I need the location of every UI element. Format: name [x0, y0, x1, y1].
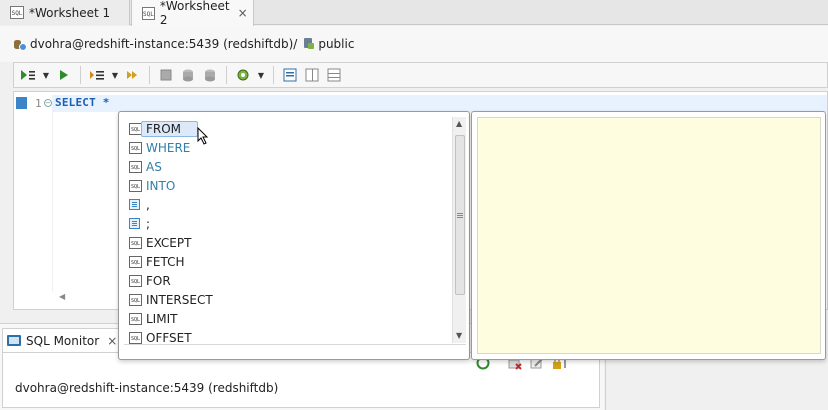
editor-tab-strip: SQL *Worksheet 1 SQL *Worksheet 2 × — [0, 0, 828, 27]
explain-plan-icon[interactable] — [87, 65, 107, 85]
completion-item[interactable]: ; — [124, 214, 444, 233]
toolbar-divider — [273, 66, 274, 84]
monitor-icon — [7, 335, 21, 346]
close-icon[interactable]: × — [107, 334, 117, 348]
panel-layout-icon[interactable] — [302, 65, 322, 85]
sql-keyword-icon: SQL — [129, 179, 142, 192]
sql-keyword-icon: SQL — [129, 331, 142, 344]
symbol-icon — [129, 199, 140, 210]
sql-keyword-icon: SQL — [129, 274, 142, 287]
sql-keyword-icon: SQL — [129, 160, 142, 173]
close-icon[interactable]: × — [238, 6, 248, 20]
run-statement-icon[interactable] — [54, 65, 74, 85]
completion-item[interactable]: SQL FROM — [124, 119, 444, 138]
completion-item[interactable]: SQL INTO — [124, 176, 444, 195]
connection-bar: dvohra@redshift-instance:5439 (redshiftd… — [0, 26, 828, 62]
documentation-body — [477, 117, 821, 354]
schema-icon — [303, 38, 315, 50]
sql-tuning-icon[interactable] — [233, 65, 253, 85]
sql-keyword-icon: SQL — [129, 293, 142, 306]
scroll-down-icon[interactable]: ▼ — [456, 331, 462, 340]
line-number: 1 — [35, 97, 42, 110]
mouse-cursor-icon — [197, 127, 209, 145]
monitor-connection-label: dvohra@redshift-instance:5439 (redshiftd… — [15, 381, 279, 395]
gutter-divider — [52, 112, 53, 292]
tab-worksheet-1[interactable]: SQL *Worksheet 1 — [0, 0, 130, 25]
run-script-icon[interactable] — [18, 65, 38, 85]
current-line-highlight — [52, 95, 827, 112]
completion-item[interactable]: SQL LIMIT — [124, 309, 444, 328]
scrollbar-grip — [457, 213, 463, 214]
symbol-icon — [129, 218, 140, 229]
tab-label: SQL Monitor — [26, 333, 100, 348]
completion-item[interactable]: , — [124, 195, 444, 214]
stop-icon[interactable] — [156, 65, 176, 85]
bookmark-marker — [16, 97, 27, 109]
tab-worksheet-2[interactable]: SQL *Worksheet 2 × — [131, 0, 254, 27]
code-line[interactable]: SELECT * — [55, 96, 110, 109]
sql-keyword-icon: SQL — [129, 236, 142, 249]
connection-label[interactable]: dvohra@redshift-instance:5439 (redshiftd… — [30, 37, 297, 51]
completion-list: SQL FROM SQL WHERE SQL AS SQL INTO , ; S… — [124, 117, 454, 349]
commit-icon[interactable] — [178, 65, 198, 85]
documentation-popup — [471, 111, 826, 360]
completion-item[interactable]: SQL EXCEPT — [124, 233, 444, 252]
completion-item[interactable]: SQL INTERSECT — [124, 290, 444, 309]
completion-status-bar — [124, 344, 466, 356]
completion-item[interactable]: SQL WHERE — [124, 138, 444, 157]
completion-item[interactable]: SQL AS — [124, 157, 444, 176]
worksheet-toolbar: ▼ ▼ ▼ — [13, 62, 828, 88]
database-connection-icon — [13, 39, 27, 51]
sql-keyword-icon: SQL — [129, 141, 142, 154]
grid-layout-icon[interactable] — [324, 65, 344, 85]
completion-scrollbar[interactable]: ▲ ▼ — [452, 117, 466, 343]
scrollbar-thumb[interactable] — [455, 135, 465, 295]
chevron-down-icon[interactable]: ▼ — [255, 65, 267, 85]
completion-popup: SQL FROM SQL WHERE SQL AS SQL INTO , ; S… — [118, 111, 470, 360]
toolbar-divider — [149, 66, 150, 84]
sql-keyword-icon: SQL — [129, 255, 142, 268]
tab-label: *Worksheet 1 — [29, 5, 111, 20]
chevron-down-icon[interactable]: ▼ — [40, 65, 52, 85]
step-into-icon[interactable] — [123, 65, 143, 85]
chevron-down-icon[interactable]: ▼ — [109, 65, 121, 85]
completion-item[interactable]: SQL FETCH — [124, 252, 444, 271]
completion-item[interactable]: SQL FOR — [124, 271, 444, 290]
toolbar-divider — [80, 66, 81, 84]
sql-file-icon: SQL — [10, 6, 24, 19]
sql-keyword-icon: SQL — [129, 312, 142, 325]
rollback-icon[interactable] — [200, 65, 220, 85]
scroll-up-icon[interactable]: ▲ — [456, 119, 462, 128]
schema-label[interactable]: public — [318, 37, 354, 51]
sql-file-icon: SQL — [142, 6, 155, 20]
fold-icon[interactable]: − — [44, 99, 52, 107]
horizontal-scroll-left-icon[interactable]: ◀ — [54, 292, 124, 306]
tab-sql-monitor[interactable]: SQL Monitor × — [2, 328, 125, 352]
toolbar-divider — [226, 66, 227, 84]
format-icon[interactable] — [280, 65, 300, 85]
tab-label: *Worksheet 2 — [159, 0, 230, 27]
